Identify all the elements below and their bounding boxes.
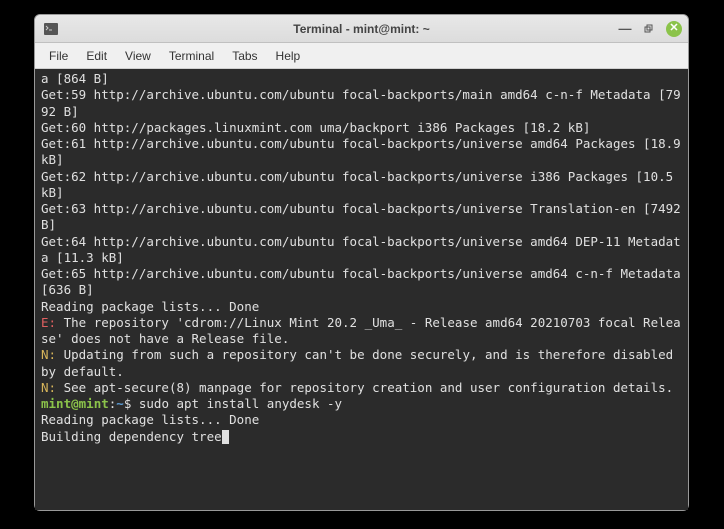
output-line: Reading package lists... Done <box>41 412 259 427</box>
prompt-path: ~ <box>116 396 124 411</box>
note-message: See apt-secure(8) manpage for repository… <box>56 380 673 395</box>
window-title: Terminal - mint@mint: ~ <box>35 22 688 36</box>
window-controls: — ✕ <box>618 21 682 37</box>
maximize-button[interactable] <box>642 22 656 36</box>
output-line: Get:65 http://archive.ubuntu.com/ubuntu … <box>41 266 688 297</box>
titlebar[interactable]: Terminal - mint@mint: ~ — ✕ <box>35 15 688 43</box>
error-prefix: E: <box>41 315 56 330</box>
error-message: The repository 'cdrom://Linux Mint 20.2 … <box>41 315 681 346</box>
note-prefix: N: <box>41 347 56 362</box>
minimize-button[interactable]: — <box>618 22 632 36</box>
output-line: Get:59 http://archive.ubuntu.com/ubuntu … <box>41 87 681 118</box>
output-line: Get:64 http://archive.ubuntu.com/ubuntu … <box>41 234 681 265</box>
prompt-user: mint <box>41 396 71 411</box>
output-line: Building dependency tree <box>41 429 222 444</box>
menu-file[interactable]: File <box>41 46 76 66</box>
cursor <box>222 430 229 444</box>
output-line: Get:63 http://archive.ubuntu.com/ubuntu … <box>41 201 688 232</box>
menubar: File Edit View Terminal Tabs Help <box>35 43 688 69</box>
terminal-window: Terminal - mint@mint: ~ — ✕ File Edit Vi… <box>34 14 689 511</box>
menu-terminal[interactable]: Terminal <box>161 46 222 66</box>
close-button[interactable]: ✕ <box>666 21 682 37</box>
command-input: sudo apt install anydesk -y <box>131 396 342 411</box>
note-message: Updating from such a repository can't be… <box>41 347 681 378</box>
prompt-at: @ <box>71 396 79 411</box>
output-line: Get:62 http://archive.ubuntu.com/ubuntu … <box>41 169 681 200</box>
output-line: Get:60 http://packages.linuxmint.com uma… <box>41 120 590 135</box>
menu-tabs[interactable]: Tabs <box>224 46 265 66</box>
prompt-host: mint <box>79 396 109 411</box>
terminal-icon <box>43 21 59 37</box>
terminal-output[interactable]: a [864 B] Get:59 http://archive.ubuntu.c… <box>35 69 688 510</box>
menu-help[interactable]: Help <box>268 46 309 66</box>
note-prefix: N: <box>41 380 56 395</box>
output-line: a [864 B] <box>41 71 109 86</box>
menu-view[interactable]: View <box>117 46 159 66</box>
menu-edit[interactable]: Edit <box>78 46 115 66</box>
output-line: Get:61 http://archive.ubuntu.com/ubuntu … <box>41 136 688 167</box>
output-line: Reading package lists... Done <box>41 299 259 314</box>
